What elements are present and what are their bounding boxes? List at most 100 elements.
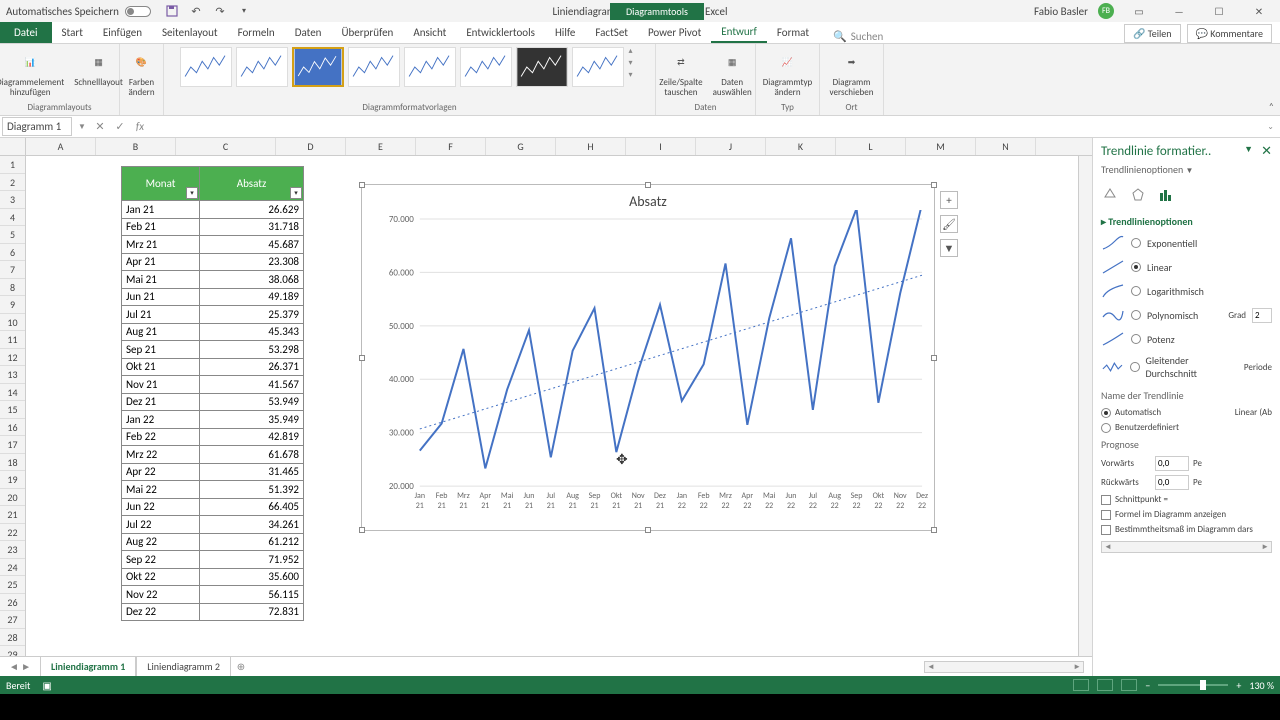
table-row[interactable]: Jan 2126.629 [122, 201, 304, 219]
table-row[interactable]: Jun 2149.189 [122, 288, 304, 306]
table-row[interactable]: Okt 2126.371 [122, 358, 304, 376]
col-header[interactable]: M [906, 138, 976, 155]
zoom-level[interactable]: 130 % [1249, 679, 1274, 692]
quick-layout-button[interactable]: ▦Schnelllayout [70, 46, 127, 90]
zoom-slider[interactable] [1158, 684, 1228, 686]
row-header[interactable]: 9 [0, 296, 25, 314]
row-header[interactable]: 13 [0, 366, 25, 384]
row-header[interactable]: 16 [0, 419, 25, 437]
col-header[interactable]: H [556, 138, 626, 155]
column-headers[interactable]: ABCDEFGHIJKLMN [0, 138, 1092, 156]
trendline-option[interactable]: Potenz [1101, 327, 1272, 351]
table-row[interactable]: Apr 2123.308 [122, 253, 304, 271]
sheet-tab[interactable]: Liniendiagramm 2 [136, 656, 231, 677]
row-header[interactable]: 17 [0, 436, 25, 454]
row-header[interactable]: 12 [0, 349, 25, 367]
table-row[interactable]: Mai 2138.068 [122, 271, 304, 289]
switch-row-col-button[interactable]: ⇄Zeile/Spalte tauschen [655, 46, 706, 100]
trendline-option[interactable]: Linear [1101, 255, 1272, 279]
macro-record-icon[interactable]: ▣ [42, 679, 51, 692]
zoom-in-icon[interactable]: + [1236, 679, 1241, 692]
ribbon-mode-icon[interactable]: ▭ [1124, 2, 1154, 20]
name-box-dropdown-icon[interactable]: ▼ [74, 122, 90, 132]
ribbon-tab-daten[interactable]: Daten [285, 21, 332, 43]
row-header[interactable]: 14 [0, 384, 25, 402]
minimize-icon[interactable]: — [1164, 2, 1194, 20]
ribbon-search[interactable]: 🔍 Suchen [833, 30, 883, 43]
auto-name-radio[interactable] [1101, 408, 1111, 418]
table-row[interactable]: Feb 2131.718 [122, 218, 304, 236]
comments-button[interactable]: 💬 Kommentare [1187, 24, 1272, 43]
collapse-ribbon-icon[interactable]: ˄ [1269, 100, 1274, 113]
trendline-option[interactable]: Logarithmisch [1101, 279, 1272, 303]
options-tab-icon[interactable] [1157, 186, 1175, 204]
horizontal-scrollbar[interactable] [924, 661, 1084, 673]
fx-icon[interactable]: fx [130, 120, 150, 133]
table-row[interactable]: Aug 2145.343 [122, 323, 304, 341]
row-header[interactable]: 19 [0, 471, 25, 489]
chart-style-3[interactable] [292, 47, 344, 87]
col-header[interactable]: L [836, 138, 906, 155]
accept-formula-icon[interactable]: ✓ [110, 120, 130, 133]
col-header[interactable]: I [626, 138, 696, 155]
chart-style-2[interactable] [236, 47, 288, 87]
row-header[interactable]: 27 [0, 611, 25, 629]
row-header[interactable]: 7 [0, 261, 25, 279]
chart-filters-button[interactable]: ▼ [940, 239, 958, 257]
row-header[interactable]: 26 [0, 594, 25, 612]
row-header[interactable]: 28 [0, 629, 25, 647]
ribbon-tab-seitenlayout[interactable]: Seitenlayout [152, 21, 228, 43]
col-header[interactable]: C [176, 138, 276, 155]
row-header[interactable]: 25 [0, 576, 25, 594]
col-header[interactable]: G [486, 138, 556, 155]
panel-close-icon[interactable]: ✕ [1261, 144, 1272, 159]
undo-icon[interactable]: ↶ [189, 4, 203, 18]
trendline-option[interactable]: PolynomischGrad [1101, 303, 1272, 327]
chart-style-5[interactable] [404, 47, 456, 87]
custom-name-radio[interactable] [1101, 423, 1111, 433]
table-row[interactable]: Jul 2234.261 [122, 516, 304, 534]
ribbon-tab-power pivot[interactable]: Power Pivot [638, 21, 711, 43]
close-icon[interactable]: ✕ [1244, 2, 1274, 20]
chart-object[interactable]: Absatz 20.00030.00040.00050.00060.00070.… [361, 184, 935, 531]
col-header[interactable]: A [26, 138, 96, 155]
style-gallery-more[interactable]: ▴▾▾ [627, 46, 641, 80]
trendline-option[interactable]: Exponentiell [1101, 231, 1272, 255]
chart-title[interactable]: Absatz [362, 185, 934, 210]
filter-dropdown-icon[interactable]: ▾ [186, 187, 198, 199]
fill-line-tab-icon[interactable] [1101, 186, 1119, 204]
ribbon-tab-format[interactable]: Format [767, 21, 819, 43]
chart-style-7[interactable] [516, 47, 568, 87]
table-row[interactable]: Nov 2141.567 [122, 376, 304, 394]
col-header[interactable]: E [346, 138, 416, 155]
chart-plot-area[interactable]: 20.00030.00040.00050.00060.00070.000Jan2… [362, 210, 934, 525]
autosave-toggle[interactable] [125, 6, 151, 17]
add-chart-element-button[interactable]: 📊Diagrammelement hinzufügen [0, 46, 68, 100]
table-row[interactable]: Apr 2231.465 [122, 463, 304, 481]
normal-view-icon[interactable] [1073, 679, 1089, 691]
row-header[interactable]: 10 [0, 314, 25, 332]
ribbon-tab-hilfe[interactable]: Hilfe [545, 21, 585, 43]
chart-style-4[interactable] [348, 47, 400, 87]
panel-dropdown-icon[interactable]: ▼ [1244, 144, 1253, 159]
add-sheet-button[interactable]: ⊕ [231, 660, 251, 673]
chart-style-6[interactable] [460, 47, 512, 87]
table-row[interactable]: Mrz 2145.687 [122, 236, 304, 254]
user-avatar[interactable]: FB [1098, 3, 1114, 19]
show-r2-checkbox[interactable] [1101, 525, 1111, 535]
save-icon[interactable] [165, 4, 179, 18]
ribbon-tab-ansicht[interactable]: Ansicht [403, 21, 456, 43]
ribbon-tab-factset[interactable]: FactSet [585, 21, 638, 43]
table-row[interactable]: Dez 2272.831 [122, 603, 304, 621]
row-header[interactable]: 1 [0, 156, 25, 174]
chart-style-1[interactable] [180, 47, 232, 87]
sheet-nav[interactable]: ◄ ► [0, 660, 40, 673]
row-header[interactable]: 21 [0, 506, 25, 524]
chart-style-8[interactable] [572, 47, 624, 87]
ribbon-tab-überprüfen[interactable]: Überprüfen [331, 21, 403, 43]
row-header[interactable]: 29 [0, 646, 25, 656]
table-row[interactable]: Jan 2235.949 [122, 411, 304, 429]
col-header[interactable]: D [276, 138, 346, 155]
formula-input[interactable] [150, 125, 1261, 129]
col-header[interactable]: J [696, 138, 766, 155]
